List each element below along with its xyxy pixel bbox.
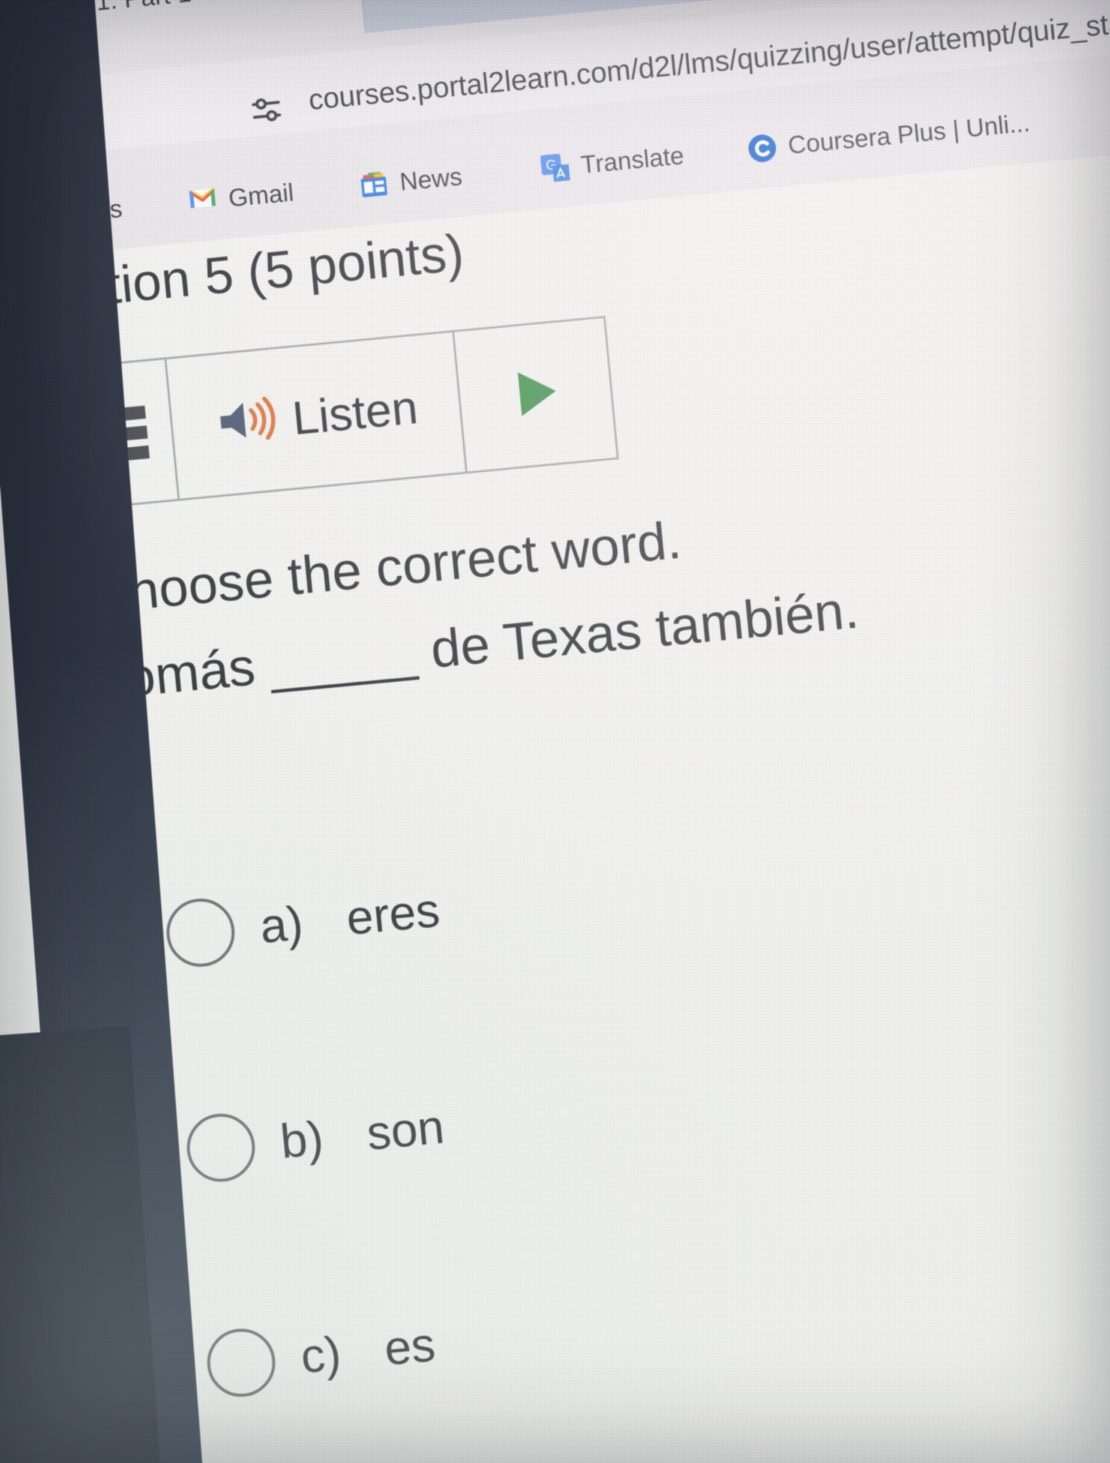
tune-icon[interactable] <box>246 89 287 130</box>
photo-of-screen: Quizzes - Spanish 1: Part 1 - Pa ✕ + <box>0 0 1110 1463</box>
bookmark-label: Translate <box>579 141 686 179</box>
play-icon <box>500 358 572 431</box>
bookmark-coursera[interactable]: Coursera Plus | Unli... <box>745 101 1032 172</box>
coursera-icon <box>746 132 779 165</box>
radio-button[interactable] <box>163 895 238 970</box>
option-letter: a) <box>257 896 306 954</box>
bookmark-news[interactable]: News <box>357 155 464 209</box>
option-letter: b) <box>278 1111 326 1169</box>
radio-button[interactable] <box>183 1110 258 1185</box>
radio-button[interactable] <box>204 1325 279 1400</box>
google-news-icon <box>358 169 391 202</box>
google-translate-icon: G <box>539 152 572 185</box>
option-letter: c) <box>298 1326 344 1384</box>
gmail-icon <box>186 185 219 218</box>
option-text: es <box>382 1318 438 1376</box>
option-text: eres <box>344 883 443 946</box>
bookmark-label: Coursera Plus | Unli... <box>786 108 1032 160</box>
answer-options: a) eres b) son c) es d) somos <box>157 744 1110 1463</box>
question-prompt: Choose the correct word. Tomás _____ de … <box>87 482 862 725</box>
bookmark-label: News <box>398 162 464 197</box>
bookmark-label: Gmail <box>227 178 295 213</box>
listen-label: Listen <box>290 379 420 445</box>
listen-button[interactable]: Listen <box>166 332 468 499</box>
bookmark-translate[interactable]: G Translate <box>538 134 686 191</box>
bookmark-gmail[interactable]: Gmail <box>186 171 296 225</box>
speaker-icon <box>212 392 279 453</box>
read-speaker-toolbar: Listen <box>52 315 620 512</box>
play-button[interactable] <box>455 318 618 471</box>
option-text: son <box>364 1100 447 1161</box>
